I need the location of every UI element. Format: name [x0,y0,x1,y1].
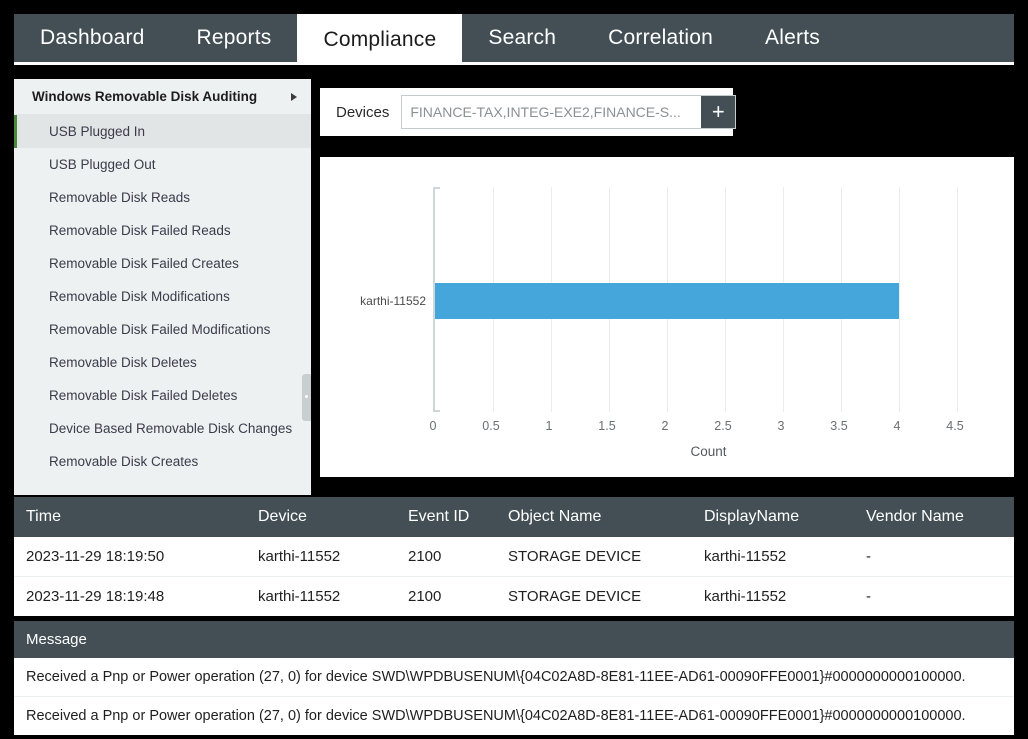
table-header-row: Time Device Event ID Object Name DisplayName… [14,497,1014,537]
sidebar-category-label: Windows Removable Disk Auditing [32,89,258,104]
chart-plot-area: karthi-11552 [360,187,984,412]
cell-event-id: 2100 [396,576,496,616]
nav-tab-alerts[interactable]: Alerts [739,14,846,62]
sidebar-item-removable-disk-failed-reads[interactable]: Removable Disk Failed Reads [14,214,311,247]
sidebar-category-header[interactable]: Windows Removable Disk Auditing [14,79,311,115]
chart-x-tick-label: 2.5 [714,419,732,433]
add-device-button[interactable]: + [701,96,736,128]
sidebar-item-list: USB Plugged In USB Plugged Out Removable D… [14,115,311,478]
chart-x-tick-label: 3.5 [830,419,848,433]
sidebar-item-removable-disk-failed-deletes[interactable]: Removable Disk Failed Deletes [14,379,311,412]
message-row-list: Received a Pnp or Power operation (27, 0… [14,658,1014,735]
chart-x-tick-label: 2 [661,419,669,433]
sidebar-item-usb-plugged-in[interactable]: USB Plugged In [14,115,311,148]
chart-x-axis-title: Count [690,444,727,459]
sidebar-item-device-based-removable-disk-changes[interactable]: Device Based Removable Disk Changes [14,412,311,445]
column-header-device[interactable]: Device [246,497,396,537]
message-row: Received a Pnp or Power operation (27, 0… [14,658,1014,697]
chart-x-tick-label: 4.5 [946,419,964,433]
events-table: Time Device Event ID Object Name DisplayName… [14,497,1014,616]
devices-filter-bar: Devices + [320,88,737,136]
chart-x-tick-label: 1 [545,419,553,433]
column-header-displayname[interactable]: DisplayName [692,497,854,537]
table-row[interactable]: 2023-11-29 18:19:48 karthi-11552 2100 STORA… [14,576,1014,616]
message-panel: Message Received a Pnp or Power operatio… [14,621,1014,735]
cell-time: 2023-11-29 18:19:50 [14,537,246,577]
events-table-header: Time Device Event ID Object Name DisplayName… [14,497,1014,537]
main-navigation: Dashboard Reports Compliance Search Correlat… [14,14,1014,65]
column-header-vendor-name[interactable]: Vendor Name [854,497,1014,537]
message-row: Received a Pnp or Power operation (27, 0… [26,708,966,724]
sidebar-item-removable-disk-deletes[interactable]: Removable Disk Deletes [14,346,311,379]
events-table-body: 2023-11-29 18:19:50 karthi-11552 2100 STORA… [14,537,1014,616]
chart-x-tick-label: 3 [777,419,785,433]
cell-display-name: karthi-11552 [692,576,854,616]
chevron-right-icon [291,92,297,101]
chart-category-label: karthi-11552 [360,294,426,308]
cell-device: karthi-11552 [246,576,396,616]
cell-vendor-name: - [854,537,1014,577]
sidebar-scroll-handle[interactable] [302,374,311,421]
compliance-sidebar: Windows Removable Disk Auditing USB Plug… [14,79,311,495]
nav-tab-compliance[interactable]: Compliance [297,14,463,65]
nav-tab-correlation[interactable]: Correlation [582,14,739,62]
sidebar-item-usb-plugged-out[interactable]: USB Plugged Out [14,148,311,181]
column-header-object-name[interactable]: Object Name [496,497,692,537]
cell-device: karthi-11552 [246,537,396,577]
cell-vendor-name: - [854,576,1014,616]
sidebar-item-removable-disk-modifications[interactable]: Removable Disk Modifications [14,280,311,313]
sidebar-item-removable-disk-reads[interactable]: Removable Disk Reads [14,181,311,214]
bar-chart: karthi-11552 0 0.5 1 1.5 2 2.5 3 3.5 4 4.5 Count [320,157,1014,477]
chart-x-tick-label: 0 [429,419,437,433]
devices-field-group: + [401,95,737,129]
cell-display-name: karthi-11552 [692,537,854,577]
cell-time: 2023-11-29 18:19:48 [14,576,246,616]
nav-tab-reports[interactable]: Reports [171,14,298,62]
column-header-event-id[interactable]: Event ID [396,497,496,537]
usb-plugged-in-chart-panel: karthi-11552 0 0.5 1 1.5 2 2.5 3 3.5 4 4.5 Count [320,157,1014,477]
sidebar-item-removable-disk-failed-creates[interactable]: Removable Disk Failed Creates [14,247,311,280]
devices-input[interactable] [402,96,702,128]
chart-x-tick-label: 1.5 [598,419,616,433]
chart-bar[interactable] [435,283,899,319]
cell-object-name: STORAGE DEVICE [496,537,692,577]
cell-event-id: 2100 [396,537,496,577]
chart-x-tick-label: 4 [893,419,901,433]
nav-tab-dashboard[interactable]: Dashboard [14,14,171,62]
chart-x-tick-label: 0.5 [482,419,500,433]
cell-object-name: STORAGE DEVICE [496,576,692,616]
chart-bar-row: karthi-11552 [360,283,984,319]
table-row[interactable]: 2023-11-29 18:19:50 karthi-11552 2100 STORA… [14,537,1014,577]
sidebar-item-removable-disk-failed-modifications[interactable]: Removable Disk Failed Modifications [14,313,311,346]
nav-tab-search[interactable]: Search [462,14,582,62]
message-column-header: Message [14,621,1014,658]
sidebar-item-removable-disk-creates[interactable]: Removable Disk Creates [14,445,311,478]
column-header-time[interactable]: Time [14,497,246,537]
devices-filter-label: Devices [336,103,390,121]
